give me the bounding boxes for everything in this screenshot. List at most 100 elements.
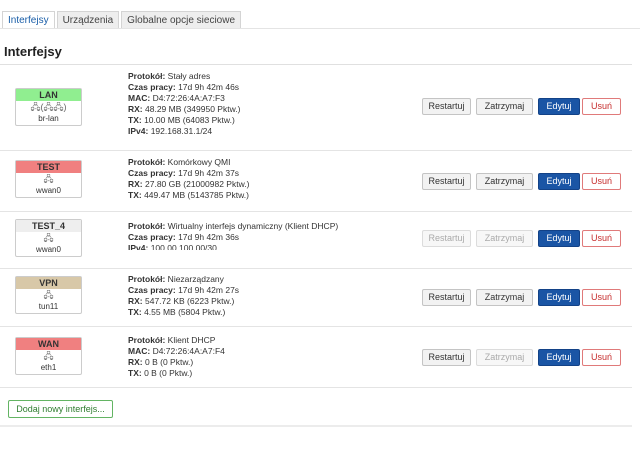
stop-button[interactable]: Zatrzymaj xyxy=(476,289,533,306)
interface-name: TEST_4 xyxy=(16,220,81,232)
status-label: Protokół: xyxy=(128,71,166,81)
status-value: 192.168.31.1/24 xyxy=(148,126,213,136)
delete-button[interactable]: Usuń xyxy=(582,289,621,306)
status-label: TX: xyxy=(128,115,142,125)
status-line: MAC: D4:72:26:4A:A7:F4 xyxy=(128,346,225,357)
status-value: Wirtualny interfejs dynamiczny (Klient D… xyxy=(165,221,339,231)
status-label: Czas pracy: xyxy=(128,232,176,242)
status-label: Protokół: xyxy=(128,157,166,167)
page-title: Interfejsy xyxy=(4,44,62,59)
status-line: Protokół: Komórkowy QMI xyxy=(128,157,249,168)
ethernet-icon: 🖧 xyxy=(43,290,54,300)
add-interface-button[interactable]: Dodaj nowy interfejs... xyxy=(8,400,113,418)
status-label: Protokół: xyxy=(128,274,166,284)
interface-status: Protokół: Klient DHCP MAC: D4:72:26:4A:A7… xyxy=(128,335,225,379)
interface-device: wwan0 xyxy=(36,245,61,254)
status-value: 4.55 MB (5804 Pktw.) xyxy=(141,307,226,317)
status-label: RX: xyxy=(128,179,143,189)
status-value: Niezarządzany xyxy=(165,274,224,284)
status-label: MAC: xyxy=(128,346,151,356)
status-value: D4:72:26:4A:A7:F4 xyxy=(150,346,225,356)
restart-button[interactable]: Restartuj xyxy=(422,173,471,190)
tab-interfaces[interactable]: Interfejsy xyxy=(2,11,55,29)
status-label: TX: xyxy=(128,190,142,200)
status-value: D4:72:26:4A:A7:F3 xyxy=(150,93,225,103)
status-value: 0 B (0 Pktw.) xyxy=(141,368,193,378)
stop-button[interactable]: Zatrzymaj xyxy=(476,230,533,247)
status-value: 17d 9h 42m 36s xyxy=(175,232,240,242)
status-label: RX: xyxy=(128,357,143,367)
interface-name: VPN xyxy=(16,277,81,289)
edit-button[interactable]: Edytuj xyxy=(538,230,580,247)
status-label: Czas pracy: xyxy=(128,168,176,178)
restart-button[interactable]: Restartuj xyxy=(422,230,471,247)
interface-name: TEST xyxy=(16,161,81,173)
stop-button[interactable]: Zatrzymaj xyxy=(476,349,533,366)
status-label: RX: xyxy=(128,104,143,114)
ethernet-icon: 🖧 xyxy=(43,233,54,243)
status-label: TX: xyxy=(128,307,142,317)
status-line: Czas pracy: 17d 9h 42m 27s xyxy=(128,285,239,296)
status-value: Stały adres xyxy=(165,71,211,81)
status-label: MAC: xyxy=(128,93,151,103)
status-line: Protokół: Stały adres xyxy=(128,71,240,82)
status-value: 10.00 MB (64083 Pktw.) xyxy=(141,115,235,125)
status-line: MAC: D4:72:26:4A:A7:F3 xyxy=(128,93,240,104)
restart-button[interactable]: Restartuj xyxy=(422,289,471,306)
interface-name: WAN xyxy=(16,338,81,350)
status-value: 48.29 MB (349950 Pktw.) xyxy=(142,104,241,114)
tab-devices[interactable]: Urządzenia xyxy=(56,11,120,29)
status-line: Czas pracy: 17d 9h 42m 36s xyxy=(128,232,338,243)
status-value: 0 B (0 Pktw.) xyxy=(142,357,194,367)
status-line: RX: 547.72 KB (6223 Pktw.) xyxy=(128,296,239,307)
status-value: 547.72 KB (6223 Pktw.) xyxy=(142,296,235,306)
interface-badge: TEST 🖧 wwan0 xyxy=(15,160,82,198)
restart-button[interactable]: Restartuj xyxy=(422,98,471,115)
edit-button[interactable]: Edytuj xyxy=(538,173,580,190)
status-value: Klient DHCP xyxy=(165,335,216,345)
status-value: 17d 9h 42m 37s xyxy=(175,168,240,178)
status-line: TX: 449.47 MB (5143785 Pktw.) xyxy=(128,190,249,201)
status-line: Protokół: Niezarządzany xyxy=(128,274,239,285)
tab-global-options[interactable]: Globalne opcje sieciowe xyxy=(121,11,242,29)
ethernet-icon: 🖧 xyxy=(43,351,54,361)
interface-device: eth1 xyxy=(40,363,57,372)
interface-name: LAN xyxy=(16,89,81,101)
delete-button[interactable]: Usuń xyxy=(582,98,621,115)
interface-device: wwan0 xyxy=(36,186,61,195)
interface-device: tun11 xyxy=(38,302,59,311)
delete-button[interactable]: Usuń xyxy=(582,230,621,247)
status-line: IPv4: 100.00.100.00/30 xyxy=(128,243,338,250)
status-label: RX: xyxy=(128,296,143,306)
status-value: 17d 9h 42m 46s xyxy=(175,82,240,92)
status-line: RX: 27.80 GB (21000982 Pktw.) xyxy=(128,179,249,190)
status-line: Czas pracy: 17d 9h 42m 46s xyxy=(128,82,240,93)
delete-button[interactable]: Usuń xyxy=(582,349,621,366)
edit-button[interactable]: Edytuj xyxy=(538,289,580,306)
tab-divider xyxy=(0,28,640,29)
interface-badge: WAN 🖧 eth1 xyxy=(15,337,82,375)
status-label: Czas pracy: xyxy=(128,285,176,295)
stop-button[interactable]: Zatrzymaj xyxy=(476,98,533,115)
stop-button[interactable]: Zatrzymaj xyxy=(476,173,533,190)
status-line: Czas pracy: 17d 9h 42m 37s xyxy=(128,168,249,179)
status-line: RX: 48.29 MB (349950 Pktw.) xyxy=(128,104,240,115)
status-label: TX: xyxy=(128,368,142,378)
restart-button[interactable]: Restartuj xyxy=(422,349,471,366)
status-label: IPv4: xyxy=(128,126,149,136)
delete-button[interactable]: Usuń xyxy=(582,173,621,190)
interface-badge: TEST_4 🖧 wwan0 xyxy=(15,219,82,257)
edit-button[interactable]: Edytuj xyxy=(538,349,580,366)
section-bottom-divider xyxy=(0,425,632,427)
status-label: Protokół: xyxy=(128,221,166,231)
ethernet-icon: 🖧 xyxy=(43,174,54,184)
status-label: IPv4: xyxy=(128,243,149,250)
status-value: 17d 9h 42m 27s xyxy=(175,285,240,295)
tab-bar: Interfejsy Urządzenia Globalne opcje sie… xyxy=(2,11,242,29)
status-line: IPv4: 192.168.31.1/24 xyxy=(128,126,240,137)
interface-status: Protokół: Niezarządzany Czas pracy: 17d 9… xyxy=(128,274,239,318)
edit-button[interactable]: Edytuj xyxy=(538,98,580,115)
interface-badge: LAN 🖧(🖧🖧) br-lan xyxy=(15,88,82,126)
interface-status: Protokół: Komórkowy QMI Czas pracy: 17d 9… xyxy=(128,157,249,201)
status-label: Protokół: xyxy=(128,335,166,345)
